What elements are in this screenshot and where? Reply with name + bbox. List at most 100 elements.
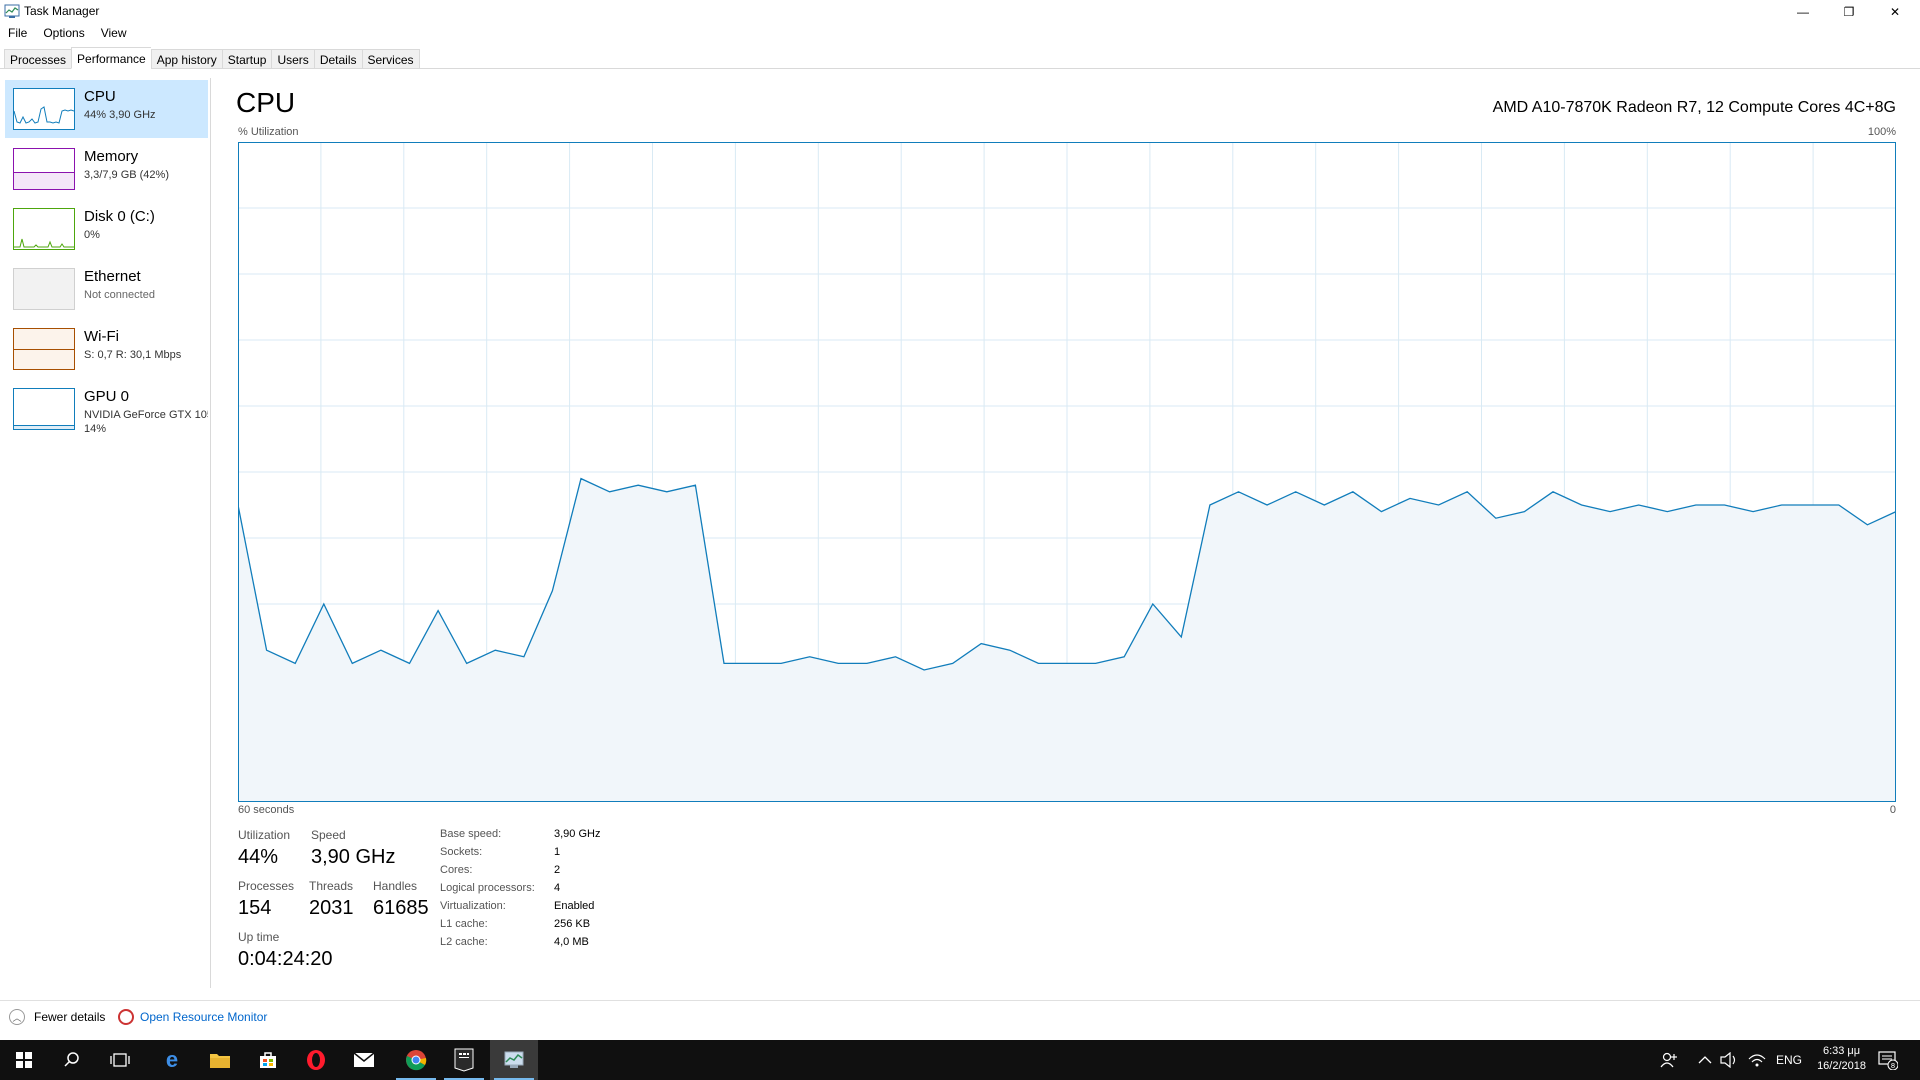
spec-cores-value: 2 — [554, 864, 561, 876]
memory-thumbnail-graph — [13, 148, 75, 190]
uptime-label: Up time — [238, 930, 280, 944]
wifi-thumbnail-graph — [13, 328, 75, 370]
spec-base-speed-label: Base speed: — [440, 828, 502, 840]
spec-logical-label: Logical processors: — [440, 882, 535, 894]
volume-icon[interactable] — [1720, 1040, 1738, 1080]
speed-label: Speed — [311, 828, 346, 842]
chevron-up-icon[interactable]: ︿ — [9, 1009, 25, 1025]
minimize-button[interactable]: — — [1780, 0, 1826, 24]
task-manager-app-icon — [4, 4, 20, 18]
tab-startup[interactable]: Startup — [221, 49, 272, 69]
menu-view[interactable]: View — [93, 24, 135, 44]
sidebar-item-label: CPU — [84, 88, 116, 105]
spec-virtualization-label: Virtualization: — [440, 900, 506, 912]
sidebar-item-usage: 14% — [84, 423, 107, 435]
sidebar-item-cpu[interactable]: CPU 44% 3,90 GHz — [5, 80, 208, 138]
notification-count: 8 — [1891, 1062, 1895, 1070]
edge-icon[interactable]: e — [148, 1040, 196, 1080]
wifi-icon[interactable] — [1748, 1040, 1766, 1080]
sidebar-item-detail: 0% — [84, 229, 100, 241]
tab-app-history[interactable]: App history — [150, 49, 222, 69]
disk-thumbnail-graph — [13, 208, 75, 250]
spec-l2-label: L2 cache: — [440, 936, 488, 948]
cpu-utilization-chart — [238, 142, 1896, 802]
spec-base-speed-value: 3,90 GHz — [554, 828, 601, 840]
task-manager-taskbar-icon[interactable] — [490, 1040, 538, 1080]
sidebar-item-detail: 3,3/7,9 GB (42%) — [84, 169, 169, 181]
sidebar-item-disk[interactable]: Disk 0 (C:) 0% — [5, 200, 208, 258]
sidebar-item-label: Ethernet — [84, 268, 141, 285]
tab-details[interactable]: Details — [313, 49, 362, 69]
sidebar-item-gpu[interactable]: GPU 0 NVIDIA GeForce GTX 1050 14% — [5, 380, 208, 438]
ethernet-thumbnail-graph — [13, 268, 75, 310]
y-axis-max: 100% — [1867, 126, 1896, 138]
tab-performance[interactable]: Performance — [71, 47, 151, 69]
footer-bar: ︿ Fewer details Open Resource Monitor — [0, 1000, 1920, 1030]
x-axis-label: 60 seconds — [238, 804, 295, 816]
close-button[interactable]: ✕ — [1872, 0, 1918, 24]
spec-cores-label: Cores: — [440, 864, 473, 876]
store-icon[interactable] — [244, 1040, 292, 1080]
cpu-model-name: AMD A10-7870K Radeon R7, 12 Compute Core… — [1492, 99, 1896, 116]
spec-logical-value: 4 — [554, 882, 561, 894]
spec-l1-value: 256 KB — [554, 918, 591, 930]
y-axis-min: 0 — [1889, 804, 1896, 816]
uptime-value: 0:04:24:20 — [238, 948, 333, 970]
file-explorer-icon[interactable] — [196, 1040, 244, 1080]
notification-center-icon[interactable]: 8 — [1878, 1040, 1898, 1080]
resource-monitor-icon[interactable] — [118, 1009, 134, 1025]
system-clock[interactable]: 6:33 μμ 16/2/2018 — [1817, 1044, 1866, 1074]
tab-users[interactable]: Users — [271, 49, 314, 69]
menu-file[interactable]: File — [0, 24, 35, 44]
processes-value: 154 — [238, 897, 272, 919]
sidebar-item-detail: 44% 3,90 GHz — [84, 109, 156, 121]
menu-bar: File Options View — [0, 24, 135, 44]
spec-l1-label: L1 cache: — [440, 918, 488, 930]
mail-icon[interactable] — [340, 1040, 388, 1080]
taskbar: e ENG 6:33 μμ 16/2/2018 8 — [0, 1040, 1920, 1080]
sidebar-item-label: GPU 0 — [84, 388, 130, 405]
spec-virtualization-value: Enabled — [554, 900, 595, 912]
open-resource-monitor-link[interactable]: Open Resource Monitor — [140, 1010, 267, 1024]
sidebar-item-ethernet[interactable]: Ethernet Not connected — [5, 260, 208, 318]
windows-start-icon[interactable] — [0, 1040, 48, 1080]
page-title: CPU — [236, 87, 296, 118]
menu-options[interactable]: Options — [35, 24, 92, 44]
sidebar-item-memory[interactable]: Memory 3,3/7,9 GB (42%) — [5, 140, 208, 198]
threads-label: Threads — [309, 879, 354, 893]
language-indicator[interactable]: ENG — [1776, 1040, 1802, 1080]
sidebar-item-label: Wi-Fi — [84, 328, 119, 345]
clock-date: 16/2/2018 — [1817, 1060, 1866, 1072]
restore-button[interactable]: ❐ — [1826, 0, 1872, 24]
processes-label: Processes — [238, 879, 295, 893]
utilization-value: 44% — [238, 846, 279, 868]
utilization-label: Utilization — [238, 828, 291, 842]
sidebar-item-detail: Not connected — [84, 289, 155, 301]
fewer-details-link[interactable]: Fewer details — [34, 1010, 105, 1024]
tab-processes[interactable]: Processes — [4, 49, 72, 69]
sidebar-item-wifi[interactable]: Wi-Fi S: 0,7 R: 30,1 Mbps — [5, 320, 208, 378]
chrome-icon[interactable] — [392, 1040, 440, 1080]
performance-sidebar: CPU 44% 3,90 GHz Memory 3,3/7,9 GB (42%)… — [0, 78, 211, 988]
sidebar-item-label: Memory — [84, 148, 139, 165]
tab-services[interactable]: Services — [361, 49, 420, 69]
window-title: Task Manager — [24, 4, 100, 18]
sidebar-item-detail: S: 0,7 R: 30,1 Mbps — [84, 349, 182, 361]
title-bar: Task Manager — ❐ ✕ — [0, 0, 1920, 24]
spec-sockets-label: Sockets: — [440, 846, 483, 858]
sidebar-item-label: Disk 0 (C:) — [84, 208, 155, 225]
task-view-icon[interactable] — [96, 1040, 144, 1080]
epic-games-icon[interactable] — [440, 1040, 488, 1080]
opera-icon[interactable] — [292, 1040, 340, 1080]
people-icon[interactable] — [1660, 1040, 1678, 1080]
clock-time: 6:33 μμ — [1822, 1045, 1861, 1057]
spec-l2-value: 4,0 MB — [554, 936, 589, 948]
gpu-thumbnail-graph — [13, 388, 75, 430]
tab-strip: Processes Performance App history Startu… — [4, 47, 420, 69]
handles-value: 61685 — [373, 897, 429, 919]
speed-value: 3,90 GHz — [311, 846, 396, 868]
search-icon[interactable] — [48, 1040, 96, 1080]
threads-value: 2031 — [309, 897, 354, 919]
handles-label: Handles — [373, 879, 418, 893]
chevron-up-tray-icon[interactable] — [1698, 1040, 1712, 1080]
